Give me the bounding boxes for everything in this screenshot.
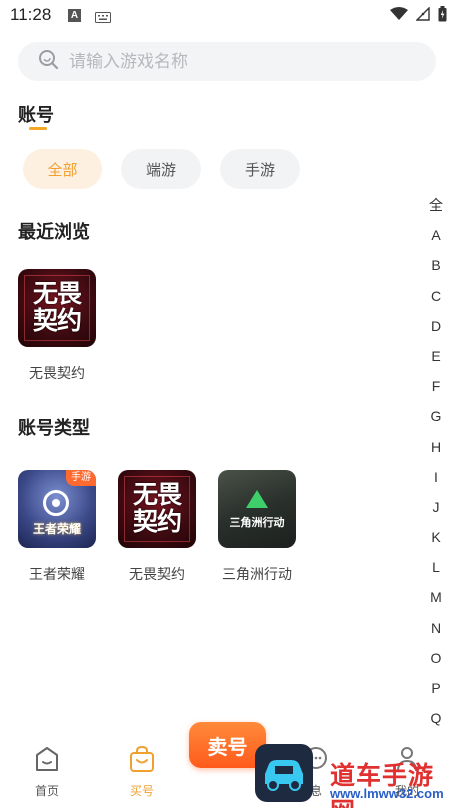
search-bar[interactable]	[18, 42, 436, 81]
index-letter[interactable]: K	[426, 528, 446, 558]
recent-game-item[interactable]: 无畏 契约 无畏契约	[17, 269, 97, 383]
status-time: 11:28	[10, 5, 52, 24]
nav-home[interactable]: 首页	[17, 745, 77, 799]
signal-icon	[415, 6, 430, 26]
valorant-cn-logo: 无畏 契约	[118, 470, 196, 548]
index-letter[interactable]: J	[426, 498, 446, 528]
account-title: 账号	[18, 105, 54, 125]
account-title-underline	[29, 127, 47, 130]
index-letter[interactable]: O	[426, 649, 446, 679]
mobile-badge: 手游	[66, 470, 96, 486]
nav-home-label: 首页	[34, 784, 59, 798]
index-letter[interactable]: D	[426, 317, 446, 347]
shopping-bag-icon	[128, 745, 156, 776]
game-name: 王者荣耀	[29, 566, 85, 582]
game-type-item[interactable]: 王者荣耀 手游 王者荣耀	[17, 470, 97, 584]
keyboard-icon	[95, 10, 111, 28]
nav-buy[interactable]: 买号	[112, 745, 172, 799]
search-input[interactable]	[69, 51, 389, 72]
valorant-cn-logo: 无畏 契约	[18, 269, 96, 347]
game-name: 三角洲行动	[222, 566, 292, 582]
recent-title: 最近浏览	[18, 222, 90, 242]
game-type-item[interactable]: 三角洲行动 三角洲行动	[217, 470, 297, 584]
battery-icon	[438, 6, 447, 27]
watermark-url: www.lmww32.com	[330, 786, 444, 801]
keyboard-lang-icon: A	[68, 9, 81, 22]
game-name: 无畏契约	[129, 566, 185, 582]
home-icon	[33, 747, 61, 776]
game-type-item[interactable]: 无畏 契约 无畏契约	[117, 470, 197, 584]
status-bar: 11:28 A	[0, 0, 455, 32]
filter-pc[interactable]: 端游	[121, 149, 201, 189]
index-letter[interactable]: H	[426, 438, 446, 468]
watermark-logo	[255, 744, 313, 802]
honor-of-kings-logo: 王者荣耀 手游	[18, 470, 96, 548]
index-letter[interactable]: M	[426, 588, 446, 618]
index-letter[interactable]: P	[426, 679, 446, 709]
index-letter[interactable]: N	[426, 619, 446, 649]
index-letter[interactable]: B	[426, 256, 446, 286]
index-letter[interactable]: E	[426, 347, 446, 377]
search-icon	[38, 49, 69, 75]
wifi-icon	[390, 7, 408, 26]
index-letter[interactable]: A	[426, 226, 446, 256]
index-letter[interactable]: I	[426, 468, 446, 498]
filter-mobile[interactable]: 手游	[220, 149, 300, 189]
index-letter[interactable]: 全	[426, 196, 446, 226]
index-letter[interactable]: C	[426, 287, 446, 317]
alphabet-index[interactable]: 全 A B C D E F G H I J K L M N O P Q	[426, 196, 446, 739]
filter-all[interactable]: 全部	[23, 149, 102, 189]
game-name: 无畏契约	[29, 365, 85, 381]
index-letter[interactable]: L	[426, 558, 446, 588]
types-title: 账号类型	[18, 418, 90, 438]
index-letter[interactable]: G	[426, 407, 446, 437]
nav-buy-label: 买号	[129, 784, 154, 798]
index-letter[interactable]: F	[426, 377, 446, 407]
delta-force-logo: 三角洲行动	[218, 470, 296, 548]
